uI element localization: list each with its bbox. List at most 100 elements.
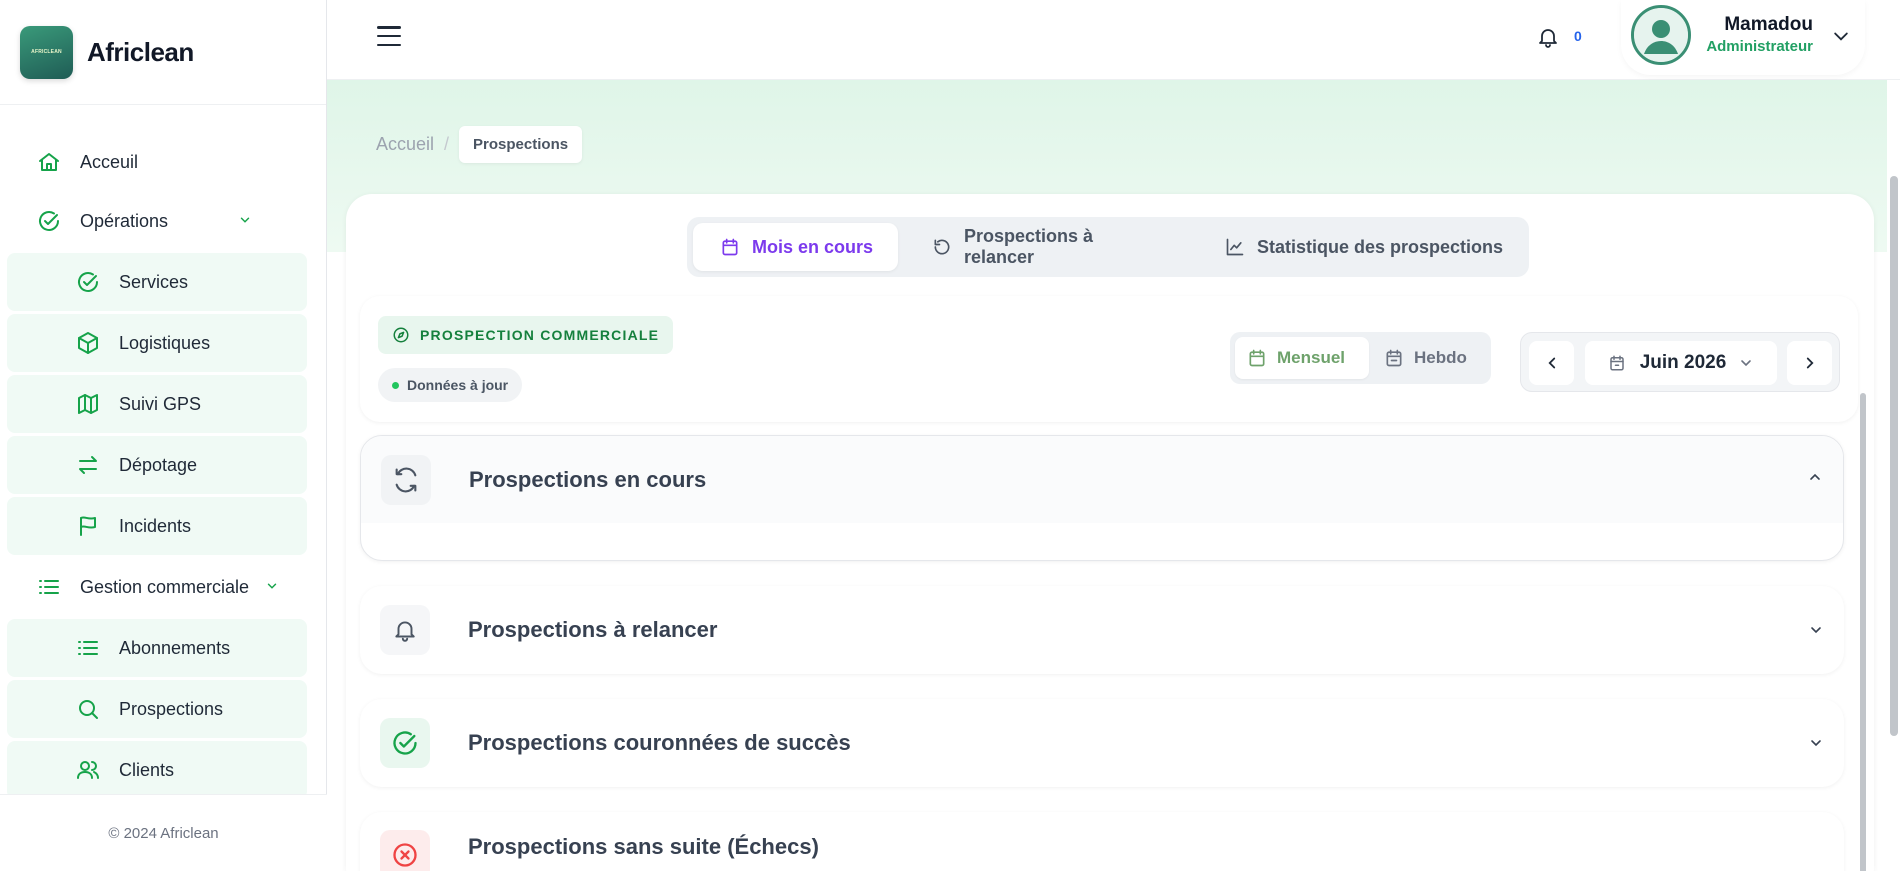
top-header: 0 Mamadou Administrateur	[327, 0, 1900, 80]
chevron-down-icon	[265, 579, 279, 596]
page-scrollbar[interactable]	[1890, 176, 1898, 736]
calendar-icon	[720, 237, 740, 257]
chevron-right-icon	[1806, 357, 1814, 369]
section-header[interactable]: Prospections couronnées de succès	[360, 699, 1844, 786]
sidebar-item-incidents[interactable]: Incidents	[7, 497, 307, 555]
users-icon	[75, 757, 101, 783]
calendar-icon	[1608, 354, 1626, 372]
compass-icon	[392, 326, 410, 344]
map-icon	[75, 391, 101, 417]
list-icon	[75, 635, 101, 661]
prospections-panel: Mois en cours Prospections à relancer St…	[346, 194, 1874, 871]
section-header[interactable]: Prospections à relancer	[360, 586, 1844, 673]
logo-text: AFRICLEAN	[31, 49, 62, 55]
user-menu[interactable]: Mamadou Administrateur	[1621, 0, 1865, 75]
sidebar-item-label: Prospections	[119, 698, 224, 719]
period-monthly-label: Mensuel	[1277, 348, 1346, 367]
check-circle-icon	[36, 208, 62, 234]
month-navigator: Juin 2026	[1520, 332, 1840, 392]
breadcrumb-home[interactable]: Accueil	[376, 134, 434, 155]
previous-month-button[interactable]	[1529, 341, 1574, 385]
next-month-button[interactable]	[1787, 341, 1832, 385]
section-prospections-echecs: Prospections sans suite (Échecs)	[360, 812, 1844, 871]
badge-label: PROSPECTION COMMERCIALE	[420, 327, 660, 343]
box-icon	[75, 330, 101, 356]
menu-toggle-icon[interactable]	[377, 26, 401, 46]
period-monthly-button[interactable]: Mensuel	[1235, 337, 1369, 379]
sidebar-item-services[interactable]: Services	[7, 253, 307, 311]
sidebar-item-prospections[interactable]: Prospections	[7, 680, 307, 738]
section-prospections-a-relancer: Prospections à relancer	[360, 586, 1844, 674]
sidebar-item-depotage[interactable]: Dépotage	[7, 436, 307, 494]
tab-label: Statistique des prospections	[1257, 236, 1504, 257]
bell-icon	[380, 604, 430, 655]
chevron-down-icon	[238, 213, 252, 230]
tab-label: Prospections à relancer	[964, 226, 1094, 267]
tab-prospections-a-relancer[interactable]: Prospections à relancer	[932, 223, 1162, 271]
list-icon	[36, 574, 62, 600]
tab-statistique-des-prospections[interactable]: Statistique des prospections	[1225, 223, 1515, 271]
sidebar-item-gestion-commerciale[interactable]: Gestion commerciale	[36, 558, 306, 616]
section-prospections-succes: Prospections couronnées de succès	[360, 699, 1844, 787]
sidebar-item-label: Opérations	[80, 210, 169, 231]
user-name: Mamadou	[1724, 14, 1813, 35]
calendar-icon	[1247, 348, 1267, 368]
check-circle-icon	[380, 717, 430, 768]
section-prospections-en-cours: Prospections en cours	[360, 435, 1844, 561]
chevron-down-icon[interactable]	[1831, 26, 1851, 51]
brand-name: Africlean	[87, 36, 194, 67]
section-title: Prospections couronnées de succès	[468, 729, 851, 755]
x-circle-icon	[380, 830, 430, 871]
tab-label: Mois en cours	[752, 236, 874, 257]
sidebar-item-label: Incidents	[119, 515, 192, 536]
brand[interactable]: AFRICLEAN Africlean	[0, 0, 326, 105]
month-selector[interactable]: Juin 2026	[1585, 341, 1777, 385]
period-toggle: Mensuel Hebdo	[1230, 332, 1491, 384]
section-header[interactable]: Prospections sans suite (Échecs)	[360, 812, 1844, 871]
refresh-icon	[381, 454, 431, 505]
filter-card: PROSPECTION COMMERCIALE Données à jour M…	[360, 296, 1858, 422]
sidebar-item-label: Dépotage	[119, 454, 198, 475]
tab-mois-en-cours[interactable]: Mois en cours	[693, 223, 898, 271]
sidebar-item-clients[interactable]: Clients	[7, 741, 307, 799]
main-content: Accueil / Prospections Mois en cours Pro…	[327, 80, 1900, 871]
chart-line-icon	[1225, 237, 1245, 257]
section-title: Prospections en cours	[469, 466, 707, 492]
rotate-icon	[932, 237, 952, 257]
home-icon	[36, 149, 62, 175]
transfer-icon	[75, 452, 101, 478]
period-weekly-button[interactable]: Hebdo	[1372, 337, 1486, 379]
chevron-up-icon[interactable]	[1807, 469, 1823, 485]
breadcrumb-current: Prospections	[459, 126, 583, 163]
chevron-down-icon[interactable]	[1808, 622, 1824, 638]
search-icon	[75, 696, 101, 722]
month-label: Juin 2026	[1639, 352, 1727, 373]
sidebar-item-label: Gestion commerciale	[80, 576, 250, 597]
flag-icon	[75, 513, 101, 539]
sidebar-item-acceuil[interactable]: Acceuil	[36, 133, 306, 191]
sidebar-item-logistiques[interactable]: Logistiques	[7, 314, 307, 372]
sidebar-item-operations[interactable]: Opérations	[36, 192, 306, 250]
check-circle-icon	[75, 269, 101, 295]
sidebar-item-label: Abonnements	[119, 637, 231, 658]
period-weekly-label: Hebdo	[1414, 348, 1467, 367]
prospection-badge: PROSPECTION COMMERCIALE	[378, 316, 674, 354]
sidebar-item-label: Suivi GPS	[119, 393, 202, 414]
sidebar: AFRICLEAN Africlean Acceuil Opérations S…	[0, 0, 327, 871]
panel-scrollbar[interactable]	[1860, 393, 1866, 871]
tab-bar: Mois en cours Prospections à relancer St…	[687, 217, 1529, 277]
section-title: Prospections à relancer	[468, 616, 718, 642]
status-dot	[392, 381, 399, 389]
sidebar-item-suivi-gps[interactable]: Suivi GPS	[7, 375, 307, 433]
section-title: Prospections sans suite (Échecs)	[468, 834, 819, 859]
section-header[interactable]: Prospections en cours	[361, 436, 1843, 523]
sidebar-item-label: Acceuil	[80, 151, 139, 172]
brand-logo: AFRICLEAN	[20, 25, 73, 79]
user-role: Administrateur	[1706, 38, 1813, 55]
notification-bell-icon[interactable]	[1536, 24, 1560, 55]
chevron-down-icon[interactable]	[1808, 735, 1824, 751]
calendar-icon	[1384, 348, 1404, 368]
sidebar-footer: © 2024 Africlean	[0, 794, 327, 871]
sidebar-item-abonnements[interactable]: Abonnements	[7, 619, 307, 677]
breadcrumb-separator: /	[444, 134, 450, 154]
